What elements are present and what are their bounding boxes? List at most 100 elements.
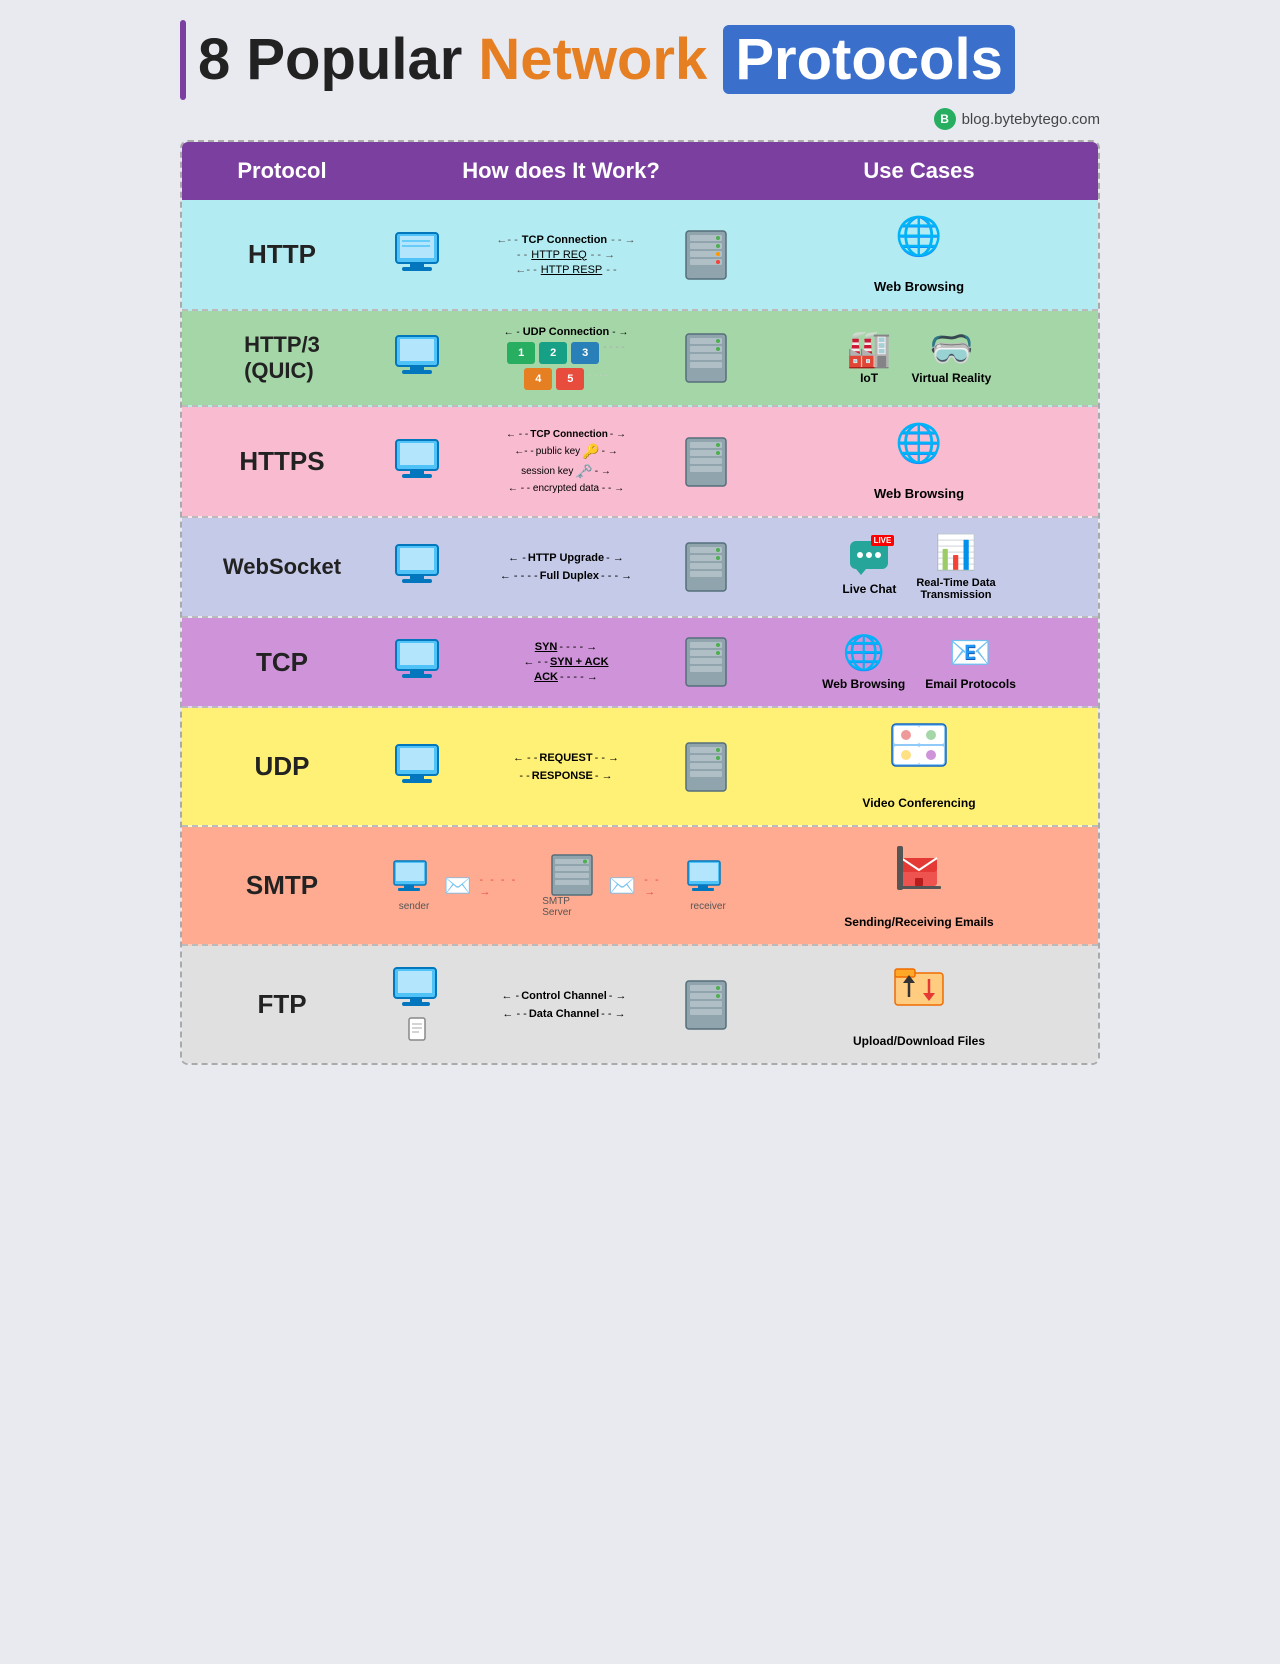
computer-icon (392, 636, 450, 688)
use-http3: 🏭 IoT 🥽 Virtual Reality (740, 311, 1098, 405)
brand-row: B blog.bytebytego.com (180, 108, 1100, 130)
table-header: Protocol How does It Work? Use Cases (182, 142, 1098, 200)
file-icon (407, 1016, 431, 1044)
protocol-name-ftp: FTP (182, 946, 382, 1063)
brand-text: blog.bytebytego.com (962, 111, 1100, 128)
computer-icon (392, 541, 450, 593)
how-udp: ← - - REQUEST - - → - - RESPONSE - → (382, 708, 740, 825)
table-row: TCP SYN - - - - → ← - - S (182, 618, 1098, 708)
table-row: HTTPS ← - - TCP Connection- → (182, 407, 1098, 518)
server-icon (682, 229, 730, 281)
mailbox-icon (893, 842, 945, 895)
how-tcp: SYN - - - - → ← - - SYN + ACK ACK - - - … (382, 618, 740, 706)
protocols-table: Protocol How does It Work? Use Cases HTT… (180, 140, 1100, 1065)
protocol-name-tcp: TCP (182, 618, 382, 706)
use-udp: Video Conferencing (740, 708, 1098, 825)
protocol-name-ws: WebSocket (182, 518, 382, 616)
table-row: HTTP/3(QUIC) ← - UDP Connection - → (182, 311, 1098, 407)
use-ws: LIVE Live Chat 📊 Real-Time DataTransmiss… (740, 518, 1098, 616)
protocol-name-https: HTTPS (182, 407, 382, 516)
use-case-vr: 🥽 Virtual Reality (912, 331, 992, 385)
use-case-label: Web Browsing (874, 486, 964, 501)
computer-icon (392, 966, 446, 1014)
title-bar (180, 20, 186, 100)
use-https: 🌐 Web Browsing (740, 407, 1098, 516)
how-https: ← - - TCP Connection- → ←- - public key … (382, 407, 740, 516)
title-network: Network (478, 27, 707, 92)
vr-icon: 🥽 (929, 331, 974, 367)
computer-icon (392, 229, 450, 281)
sender-icon (392, 859, 436, 901)
iot-icon: 🏭 (847, 331, 892, 367)
use-case-label: Live Chat (842, 582, 896, 596)
brand-icon: B (934, 108, 956, 130)
use-case-label: Web Browsing (874, 279, 964, 294)
table-row: FTP (182, 946, 1098, 1063)
use-smtp: Sending/Receiving Emails (740, 827, 1098, 944)
email-icon: 📧 (949, 633, 991, 673)
use-case-email: 📧 Email Protocols (925, 633, 1016, 691)
header-protocol: Protocol (182, 142, 382, 200)
how-ftp: ← - Control Channel - → ← - - Data Chann… (382, 946, 740, 1063)
title-protocols: Protocols (723, 25, 1015, 94)
server-icon (682, 541, 730, 593)
server-icon (682, 741, 730, 793)
packet-3: 3 (571, 342, 599, 364)
upload-download-icon (891, 961, 947, 1014)
server-icon (682, 436, 730, 488)
title-prefix: 8 Popular (198, 27, 478, 92)
video-conf-icon (891, 723, 947, 776)
web-icon: 🌐 (842, 633, 884, 673)
packet-4: 4 (524, 368, 552, 390)
chat-icon: LIVE (848, 539, 890, 578)
header-how: How does It Work? (382, 142, 740, 200)
table-row: WebSocket ← - HTTP Upgrade - → (182, 518, 1098, 618)
use-case-label: Video Conferencing (862, 796, 975, 810)
computer-icon (392, 741, 450, 793)
page-title: 8 Popular Network Protocols (198, 31, 1015, 89)
table-row: UDP ← - - REQUEST - - → - (182, 708, 1098, 827)
use-case-label: Web Browsing (822, 677, 905, 691)
use-http: 🌐 Web Browsing (740, 200, 1098, 309)
how-ws: ← - HTTP Upgrade - → ← - - - - Full Dupl… (382, 518, 740, 616)
title-area: 8 Popular Network Protocols (180, 20, 1100, 100)
page-wrapper: 8 Popular Network Protocols B blog.byteb… (160, 0, 1120, 1085)
use-case-web: 🌐 Web Browsing (822, 633, 905, 691)
use-case-label: Sending/Receiving Emails (844, 915, 993, 929)
use-case-label: IoT (860, 371, 878, 385)
diagram-row: - - HTTP REQ - - → (458, 249, 674, 261)
use-case-iot: 🏭 IoT (847, 331, 892, 385)
how-http: ←- - TCP Connection - - → - - HTTP REQ -… (382, 200, 740, 309)
use-tcp: 🌐 Web Browsing 📧 Email Protocols (740, 618, 1098, 706)
use-case-label: Virtual Reality (912, 371, 992, 385)
packet-5: 5 (556, 368, 584, 390)
web-browsing-icon: 🌐 (895, 422, 942, 466)
use-ftp: Upload/Download Files (740, 946, 1098, 1063)
smtp-server-icon (550, 854, 594, 896)
computer-icon (392, 332, 450, 384)
protocol-name-http: HTTP (182, 200, 382, 309)
how-http3: ← - UDP Connection - → 1 2 3 - - - - 4 (382, 311, 740, 405)
use-case-label: Real-Time DataTransmission (916, 577, 995, 601)
diagram-row: ←- - TCP Connection - - → (458, 234, 674, 246)
table-row: HTTP ←- - (182, 200, 1098, 311)
realtime-icon: 📊 (935, 533, 977, 573)
protocol-name-smtp: SMTP (182, 827, 382, 944)
server-icon (682, 332, 730, 384)
protocol-name-udp: UDP (182, 708, 382, 825)
use-case-realtime: 📊 Real-Time DataTransmission (916, 533, 995, 601)
computer-icon (392, 436, 450, 488)
use-case-label: Upload/Download Files (853, 1034, 985, 1048)
server-icon (682, 636, 730, 688)
receiver-icon (686, 859, 730, 901)
use-case-label: Email Protocols (925, 677, 1016, 691)
server-icon (682, 979, 730, 1031)
diagram-row: ←- - HTTP RESP - - (458, 264, 674, 276)
use-case-chat: LIVE Live Chat (842, 539, 896, 596)
table-row: SMTP sender (182, 827, 1098, 946)
packet-2: 2 (539, 342, 567, 364)
protocol-name-http3: HTTP/3(QUIC) (182, 311, 382, 405)
how-smtp: sender ✉️ - - - - → (382, 827, 740, 944)
packet-1: 1 (507, 342, 535, 364)
header-use: Use Cases (740, 142, 1098, 200)
